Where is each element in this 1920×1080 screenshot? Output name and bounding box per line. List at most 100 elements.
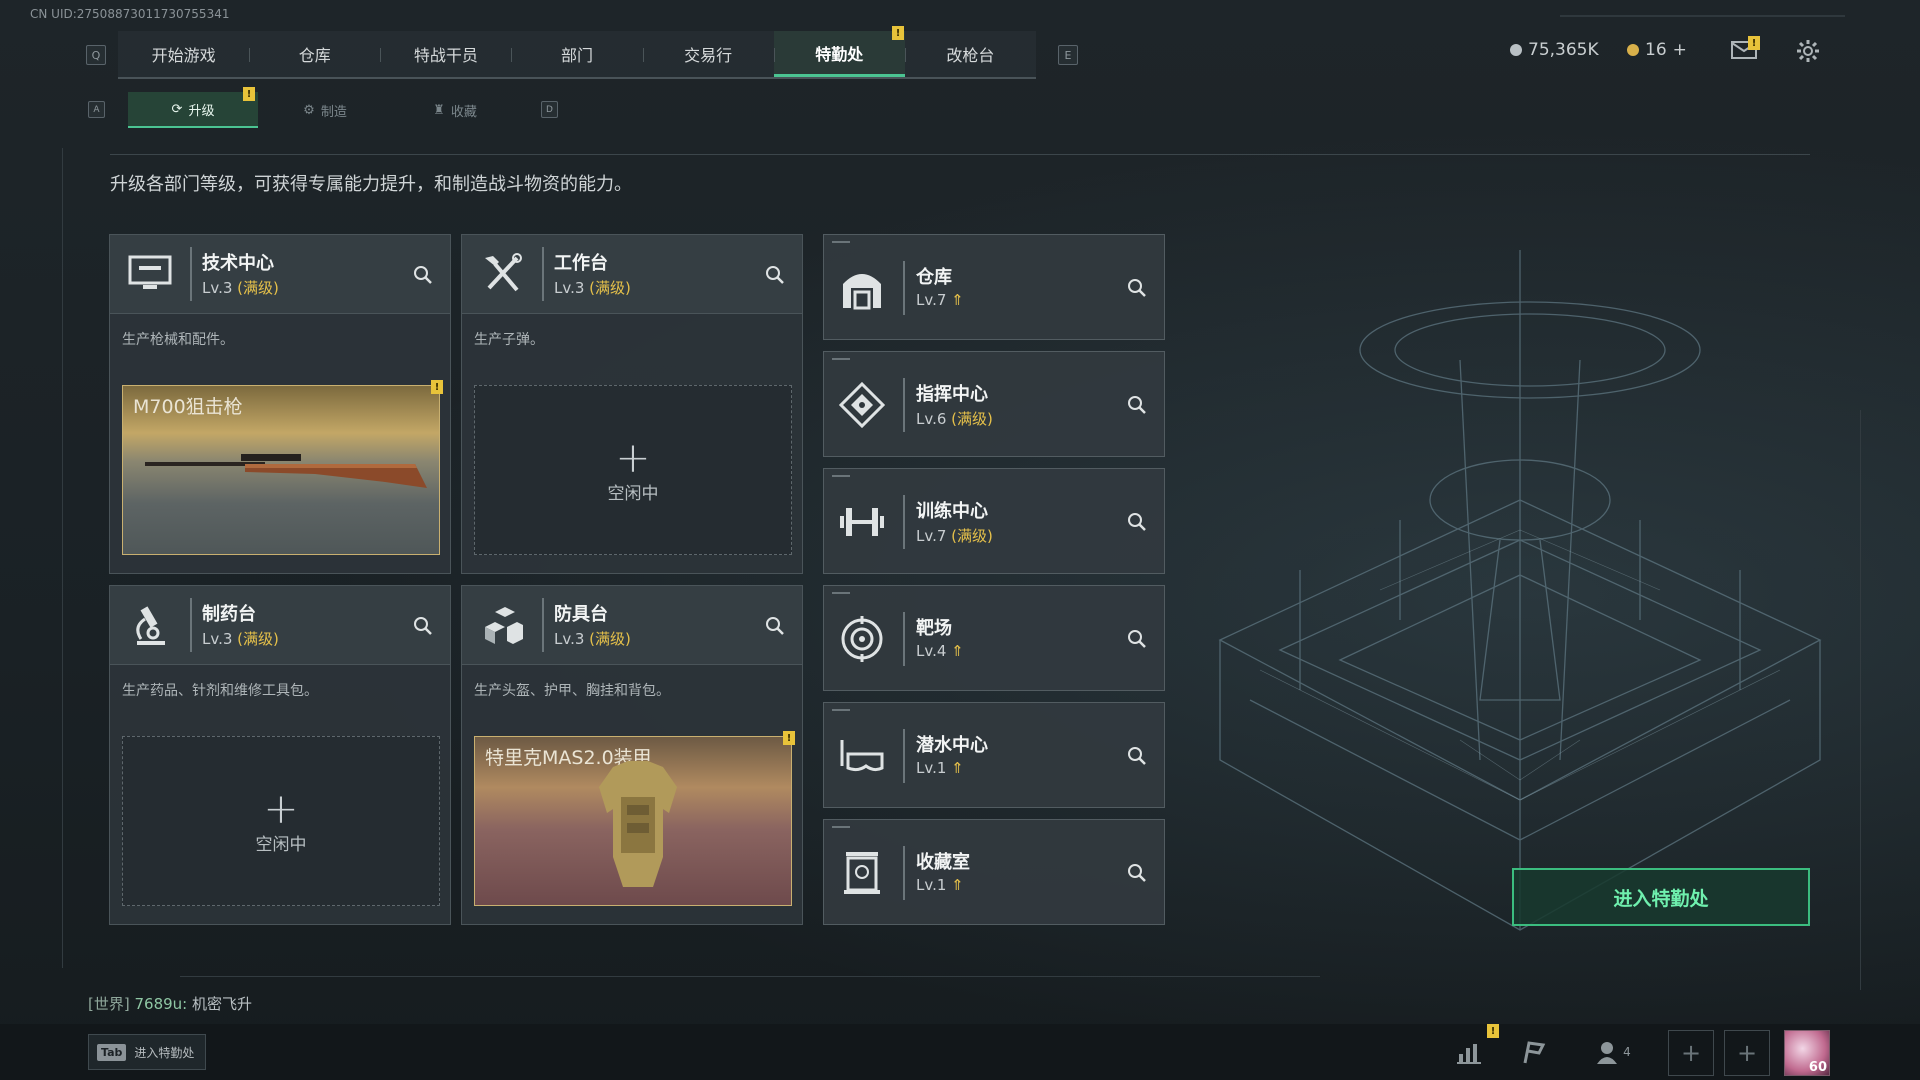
- upgrade-available-icon: ⇑: [951, 642, 964, 660]
- department-level: Lv.7 (满级): [916, 527, 993, 545]
- frame-line-left: [62, 148, 63, 968]
- flag-button[interactable]: [1518, 1036, 1550, 1068]
- department-card-command-center[interactable]: 指挥中心 Lv.6 (满级): [823, 351, 1165, 457]
- tab-market[interactable]: 交易行: [642, 31, 774, 77]
- header-separator: [903, 846, 905, 900]
- corner-tick: [832, 826, 850, 828]
- enter-special-ops-button[interactable]: 进入特勤处: [1512, 868, 1810, 926]
- tab-department[interactable]: 部门: [511, 31, 642, 77]
- department-card-shooting-range[interactable]: 靶场 Lv.4 ⇑: [823, 585, 1165, 691]
- friends-button[interactable]: 4: [1590, 1036, 1638, 1068]
- chat-text: 机密飞升: [192, 995, 253, 1013]
- frame-line-bottom: [180, 976, 1320, 977]
- search-button[interactable]: [1124, 743, 1150, 769]
- dumbbell-icon: [834, 497, 890, 547]
- collection-icon: ♜: [433, 102, 445, 118]
- production-item-slot[interactable]: 特里克MAS2.0装甲: [474, 736, 792, 906]
- tab-hint-label: 进入特勤处: [134, 1045, 195, 1060]
- header-separator: [903, 495, 905, 549]
- armor-vest-image: [599, 761, 677, 887]
- plus-icon: +: [1736, 1039, 1758, 1067]
- max-level-tag: (满级): [589, 279, 631, 297]
- production-slot-empty[interactable]: + 空闲中: [122, 736, 440, 906]
- tab-gunsmith[interactable]: 改枪台: [904, 31, 1036, 77]
- department-title: 仓库: [916, 267, 952, 288]
- microscope-icon: [122, 600, 178, 650]
- workshop-level: Lv.3 (满级): [554, 630, 631, 648]
- search-icon: [766, 617, 784, 635]
- production-slot-empty[interactable]: + 空闲中: [474, 385, 792, 555]
- department-card-warehouse[interactable]: 仓库 Lv.7 ⇑: [823, 234, 1165, 340]
- gold-add-plus[interactable]: +: [1673, 40, 1687, 60]
- friends-count: 4: [1623, 1045, 1631, 1059]
- workshop-card-armor-bench[interactable]: 防具台 Lv.3 (满级) 生产头盔、护甲、胸挂和背包。 特里克MAS2.0装甲…: [461, 585, 803, 925]
- gold-coin-icon: [1627, 44, 1639, 56]
- workshop-card-workbench[interactable]: 工作台 Lv.3 (满级) 生产子弹。 + 空闲中: [461, 234, 803, 574]
- production-item-slot[interactable]: M700狙击枪: [122, 385, 440, 555]
- search-button[interactable]: [1124, 275, 1150, 301]
- max-level-tag: (满级): [951, 410, 993, 428]
- tab-special-ops[interactable]: 特勤处: [773, 31, 905, 77]
- upgrade-available-icon: ⇑: [951, 759, 964, 777]
- settings-button[interactable]: [1796, 39, 1820, 67]
- tab-warehouse[interactable]: 仓库: [249, 31, 380, 77]
- search-button[interactable]: [1124, 509, 1150, 535]
- corner-tick: [832, 709, 850, 711]
- gear-icon: [1797, 40, 1819, 62]
- header-separator: [903, 261, 905, 315]
- department-card-diving-center[interactable]: 潜水中心 Lv.1 ⇑: [823, 702, 1165, 808]
- workshop-card-header: 工作台 Lv.3 (满级): [462, 235, 802, 314]
- header-separator: [542, 247, 544, 301]
- department-card-collection-room[interactable]: 收藏室 Lv.1 ⇑: [823, 819, 1165, 925]
- friends-icon: [1597, 1042, 1618, 1064]
- upgrade-icon: ⟳: [171, 101, 183, 117]
- header-separator: [903, 612, 905, 666]
- add-slot-button[interactable]: +: [1668, 1030, 1714, 1076]
- workshop-description: 生产药品、针剂和维修工具包。: [122, 683, 318, 699]
- tab-hint-button[interactable]: Tab 进入特勤处: [88, 1034, 206, 1070]
- corner-tick: [832, 475, 850, 477]
- stats-button[interactable]: [1454, 1036, 1486, 1068]
- workshop-title: 工作台: [554, 253, 608, 274]
- workshop-level: Lv.3 (满级): [202, 630, 279, 648]
- workshop-card-tech-center[interactable]: 技术中心 Lv.3 (满级) 生产枪械和配件。 M700狙击枪 !: [109, 234, 451, 574]
- workshop-level: Lv.3 (满级): [202, 279, 279, 297]
- world-chat-message[interactable]: [世界] 7689u: 机密飞升: [88, 993, 252, 1014]
- subtab-upgrade[interactable]: ⟳ 升级: [128, 92, 258, 128]
- header-separator: [903, 378, 905, 432]
- tab-start-game[interactable]: 开始游戏: [118, 31, 249, 77]
- subtab-upgrade-badge: !: [243, 87, 255, 101]
- search-button[interactable]: [410, 613, 436, 639]
- idle-label: 空闲中: [255, 834, 307, 855]
- workshop-card-pharmacy[interactable]: 制药台 Lv.3 (满级) 生产药品、针剂和维修工具包。 + 空闲中: [109, 585, 451, 925]
- key-hint-d: D: [541, 101, 558, 118]
- production-item-name: M700狙击枪: [133, 396, 243, 418]
- department-level: Lv.7 ⇑: [916, 291, 964, 309]
- search-icon: [1128, 864, 1146, 882]
- item-badge: !: [783, 731, 795, 745]
- search-button[interactable]: [1124, 860, 1150, 886]
- gold-currency[interactable]: 16 +: [1627, 40, 1687, 60]
- subtab-collection-label: 收藏: [450, 104, 477, 120]
- add-slot-button[interactable]: +: [1724, 1030, 1770, 1076]
- add-icon: +: [615, 432, 651, 482]
- key-hint-a: A: [88, 101, 105, 118]
- search-button[interactable]: [762, 262, 788, 288]
- workshop-card-header: 防具台 Lv.3 (满级): [462, 586, 802, 665]
- search-button[interactable]: [762, 613, 788, 639]
- department-card-training-center[interactable]: 训练中心 Lv.7 (满级): [823, 468, 1165, 574]
- search-button[interactable]: [1124, 626, 1150, 652]
- upgrade-available-icon: ⇑: [951, 291, 964, 309]
- tab-key: Tab: [97, 1043, 127, 1061]
- subtab-craft[interactable]: ⚙ 制造: [260, 92, 390, 128]
- max-level-tag: (满级): [237, 630, 279, 648]
- chat-channel: [世界]: [88, 995, 130, 1013]
- player-avatar[interactable]: 60: [1784, 1030, 1830, 1076]
- header-separator: [903, 729, 905, 783]
- tab-notification-badge: !: [892, 26, 904, 40]
- tab-operators[interactable]: 特战干员: [380, 31, 511, 77]
- search-button[interactable]: [410, 262, 436, 288]
- silver-amount: 75,365K: [1528, 40, 1599, 60]
- search-button[interactable]: [1124, 392, 1150, 418]
- subtab-collection[interactable]: ♜ 收藏: [390, 92, 520, 128]
